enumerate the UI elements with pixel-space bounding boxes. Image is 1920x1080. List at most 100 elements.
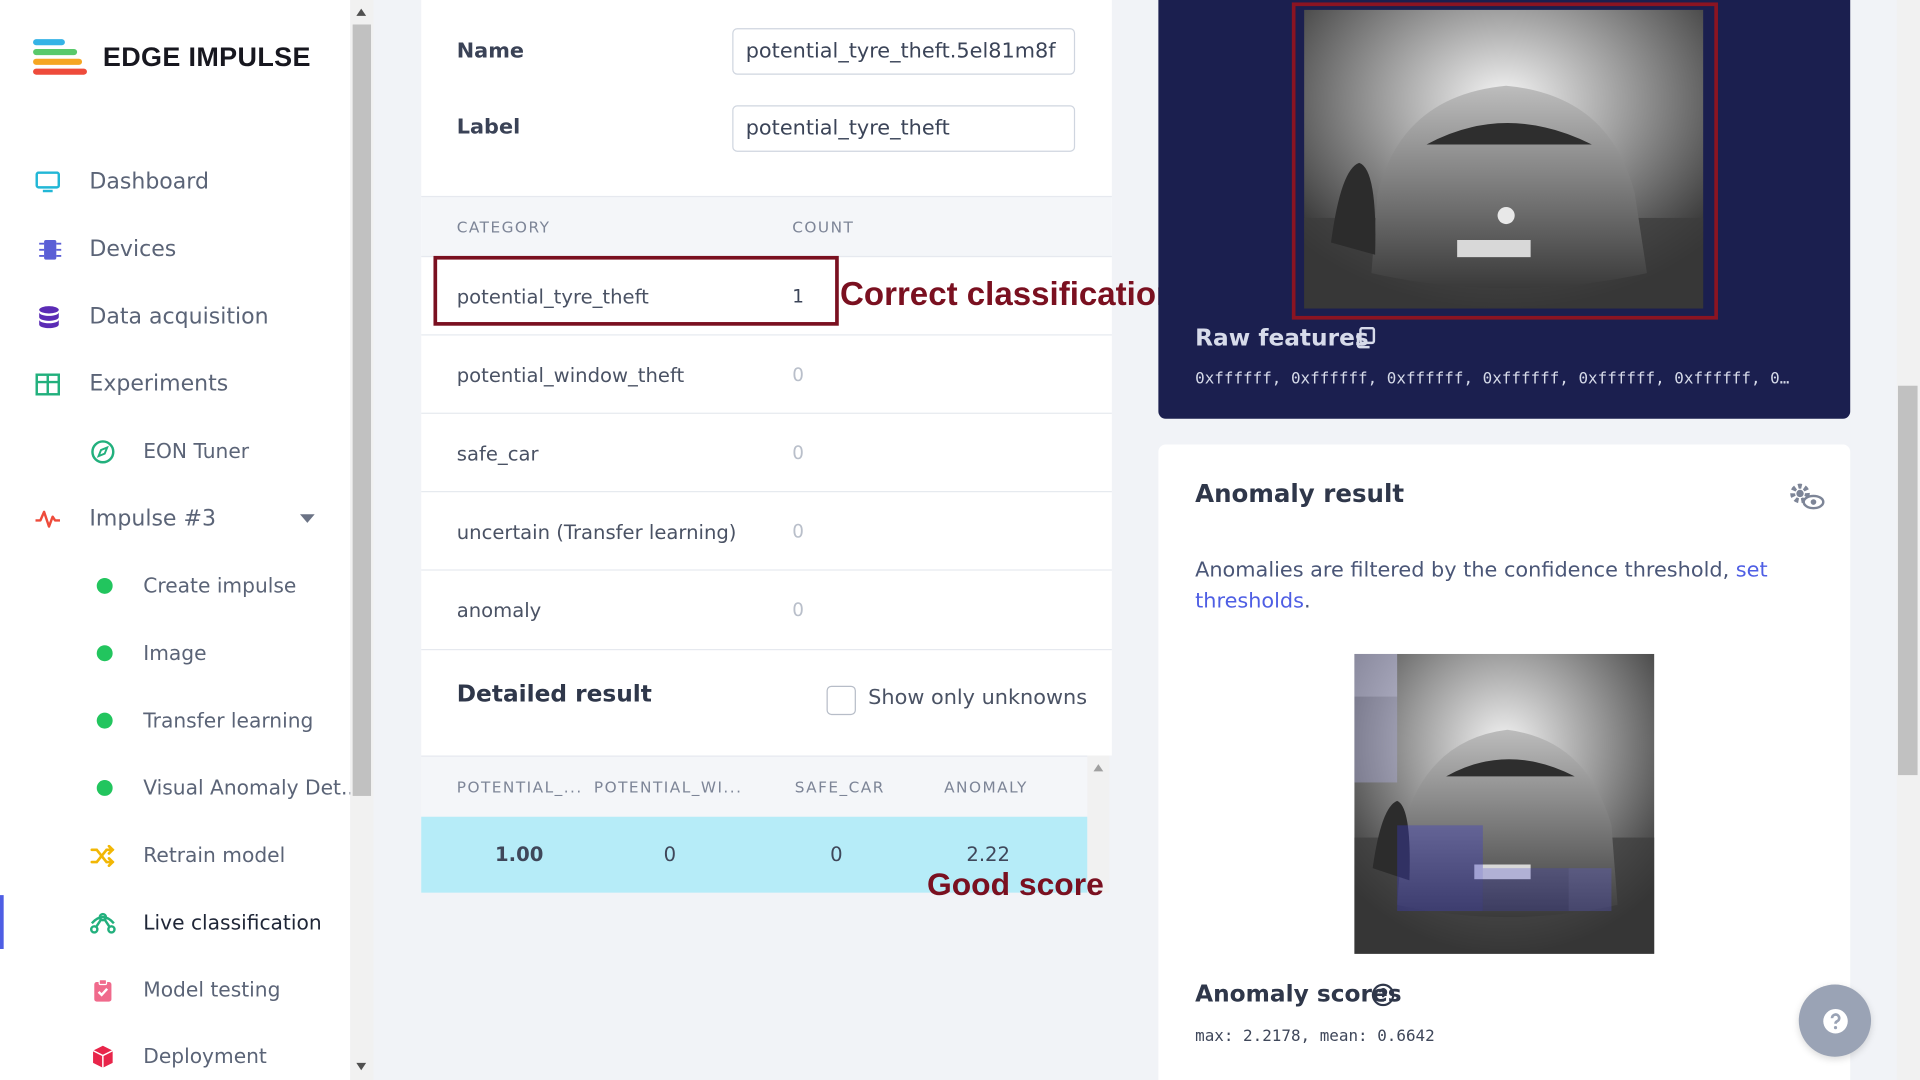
chip-icon — [37, 236, 64, 263]
clipboard-check-icon — [89, 977, 116, 1004]
sidebar-item-visual-anomaly[interactable]: Visual Anomaly Det... — [0, 754, 360, 821]
sidebar-item-dashboard[interactable]: Dashboard — [0, 148, 350, 215]
sidebar-item-label: EON Tuner — [143, 439, 250, 463]
sidebar-item-image[interactable]: Image — [0, 620, 350, 687]
sidebar-item-model-testing[interactable]: Model testing — [0, 956, 350, 1023]
result-cell: 1.00 — [495, 842, 544, 866]
monitor-icon — [34, 168, 61, 195]
anomaly-result-title: Anomaly result — [1195, 478, 1405, 509]
anomaly-description-end: . — [1303, 588, 1311, 614]
green-dot-icon — [91, 774, 118, 801]
category-count: 0 — [792, 363, 804, 386]
raw-sample-image — [1304, 9, 1704, 309]
green-dot-icon — [91, 572, 118, 599]
scroll-up-arrow-icon[interactable] — [356, 8, 367, 16]
sidebar-item-label: Dashboard — [89, 168, 209, 195]
anomaly-description-text: Anomalies are filtered by the confidence… — [1195, 558, 1736, 583]
category-table-header: CATEGORY COUNT — [421, 195, 1112, 258]
sample-name-field[interactable]: potential_tyre_theft.5el81m8f — [732, 28, 1076, 75]
category-row: safe_car 0 — [421, 414, 1112, 493]
sidebar-item-label: Transfer learning — [143, 708, 314, 733]
raw-features-title: Raw features — [1195, 324, 1369, 352]
category-row: uncertain (Transfer learning) 0 — [421, 492, 1112, 571]
sidebar-item-transfer-learning[interactable]: Transfer learning — [0, 687, 350, 754]
brand-name: EDGE IMPULSE — [102, 41, 311, 72]
compass-icon — [89, 438, 116, 465]
show-only-unknowns-label[interactable]: Show only unknowns — [868, 686, 1087, 710]
cube-icon — [89, 1043, 116, 1070]
copy-icon[interactable] — [1354, 326, 1376, 349]
scroll-up-arrow-icon[interactable] — [1093, 764, 1104, 772]
pulse-icon — [34, 505, 61, 532]
category-name: anomaly — [456, 598, 542, 623]
settings-eye-icon[interactable] — [1788, 481, 1825, 513]
category-count: 0 — [792, 520, 804, 543]
sidebar-item-label: Devices — [89, 236, 177, 263]
name-label: Name — [456, 39, 525, 64]
sidebar-item-live-classification[interactable]: Live classification — [0, 889, 350, 956]
brand-logo[interactable]: EDGE IMPULSE — [33, 38, 311, 76]
sidebar-item-impulse[interactable]: Impulse #3 — [0, 485, 350, 552]
result-column-header: ANOMALY — [944, 777, 1028, 796]
sidebar-item-deployment[interactable]: Deployment — [0, 1022, 350, 1080]
sidebar-item-retrain-model[interactable]: Retrain model — [0, 822, 350, 889]
edge-impulse-logo-icon — [33, 38, 87, 76]
sidebar-item-label: Data acquisition — [89, 303, 269, 330]
green-dot-icon — [91, 640, 118, 667]
anomaly-description: Anomalies are filtered by the confidence… — [1195, 556, 1771, 617]
anomaly-heatmap-image — [1354, 653, 1655, 954]
sidebar-item-devices[interactable]: Devices — [0, 216, 350, 283]
question-circle-icon[interactable] — [1371, 983, 1395, 1007]
sidebar-item-label: Model testing — [143, 978, 281, 1002]
show-only-unknowns-checkbox[interactable] — [826, 685, 856, 716]
sidebar-item-create-impulse[interactable]: Create impulse — [0, 552, 350, 619]
category-name: potential_window_theft — [456, 363, 685, 387]
table-icon — [34, 370, 61, 397]
page-scrollbar-thumb[interactable] — [1897, 385, 1918, 776]
result-column-header: SAFE_CAR — [794, 777, 885, 796]
count-column-header: COUNT — [792, 217, 855, 237]
sidebar-item-label: Image — [143, 641, 207, 665]
sidebar-item-label: Retrain model — [143, 843, 286, 867]
sidebar-item-label: Experiments — [89, 371, 229, 397]
chevron-down-icon[interactable] — [300, 514, 315, 523]
help-button[interactable] — [1798, 984, 1872, 1057]
category-row: anomaly 0 — [421, 571, 1112, 649]
shuffle-icon — [89, 842, 116, 869]
category-row: potential_window_theft 0 — [421, 336, 1112, 414]
help-icon — [1822, 1008, 1848, 1033]
good-score-annotation: Good score — [926, 865, 1104, 903]
correct-classification-annotation: Correct classification — [840, 275, 1177, 313]
result-column-header: POTENTIAL_... — [456, 777, 583, 796]
scroll-down-arrow-icon[interactable] — [356, 1062, 367, 1071]
detailed-result-title: Detailed result — [456, 680, 652, 708]
category-name: safe_car — [456, 442, 539, 466]
detailed-result-header: POTENTIAL_... POTENTIAL_WI... SAFE_CAR A… — [421, 755, 1088, 817]
sidebar-item-label: Impulse #3 — [89, 505, 216, 532]
database-icon — [36, 303, 63, 330]
result-cell: 2.22 — [966, 842, 1010, 866]
sidebar-item-label: Create impulse — [143, 574, 297, 598]
sidebar-item-experiments[interactable]: Experiments — [0, 350, 350, 417]
category-count: 0 — [792, 598, 804, 621]
divider — [421, 648, 1112, 651]
nodes-icon — [89, 909, 116, 936]
result-cell: 0 — [830, 842, 843, 866]
raw-features-values: 0xffffff, 0xffffff, 0xffffff, 0xffffff, … — [1195, 369, 1790, 389]
result-cell: 0 — [663, 842, 677, 866]
sidebar-item-data-acquisition[interactable]: Data acquisition — [0, 283, 350, 350]
sidebar-item-label: Visual Anomaly Det... — [143, 776, 361, 800]
correct-classification-highlight — [433, 255, 839, 326]
green-dot-icon — [91, 707, 118, 734]
sidebar-item-eon-tuner[interactable]: EON Tuner — [0, 418, 350, 485]
category-column-header: CATEGORY — [456, 217, 551, 237]
sidebar: EDGE IMPULSE Dashboard Devices Data acqu… — [0, 0, 360, 1080]
sample-label-field[interactable]: potential_tyre_theft — [732, 105, 1076, 152]
category-name: uncertain (Transfer learning) — [456, 520, 737, 544]
result-column-header: POTENTIAL_WI... — [593, 777, 743, 796]
category-count: 0 — [792, 442, 804, 465]
sidebar-item-label: Live classification — [143, 911, 322, 935]
sidebar-scrollbar-thumb[interactable] — [352, 24, 372, 796]
anomaly-scores-values: max: 2.2178, mean: 0.6642 — [1195, 1027, 1435, 1046]
sidebar-item-label: Deployment — [143, 1044, 267, 1068]
